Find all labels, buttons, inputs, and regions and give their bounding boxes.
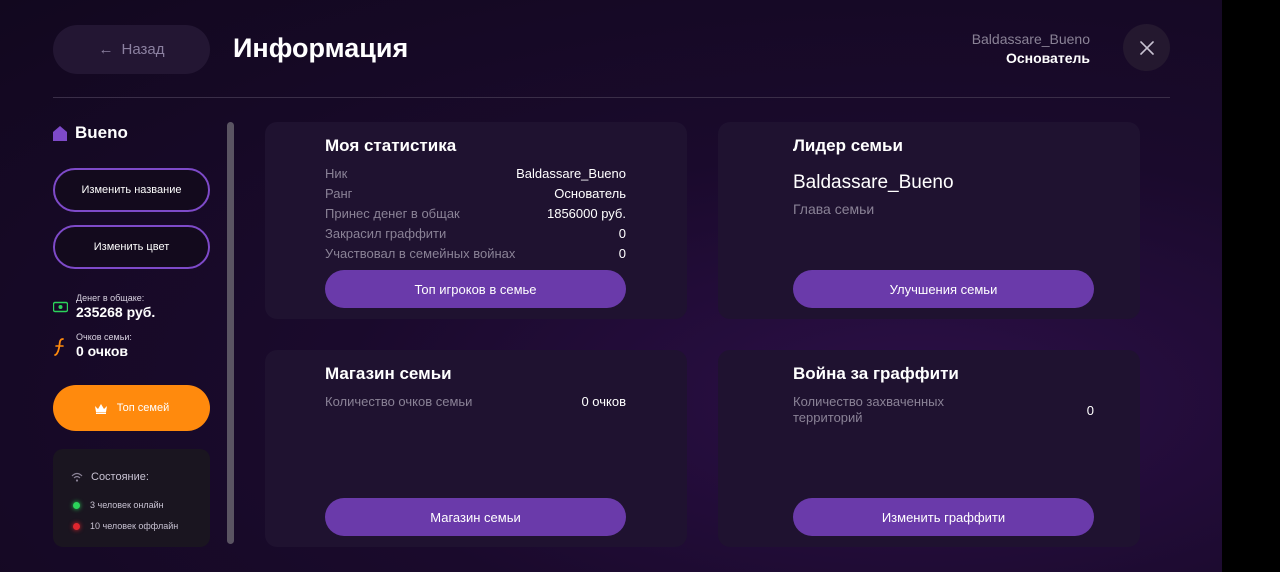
stat-row: Принес денег в общак 1856000 руб.: [325, 206, 626, 221]
top-families-button[interactable]: Топ семей: [53, 385, 210, 431]
family-points: Очков семьи: 0 очков: [53, 332, 132, 359]
sidebar-scrollbar[interactable]: [227, 122, 234, 544]
status-header: Состояние:: [71, 471, 149, 483]
card-title: Война за граффити: [793, 364, 959, 383]
cash-icon: [53, 301, 68, 313]
territories-key: Количество захваченных территорий: [793, 394, 945, 425]
stat-row: Закрасил граффити 0: [325, 226, 626, 241]
my-stats-card: Моя статистика Ник Baldassare_Bueno Ранг…: [265, 122, 687, 319]
user-role: Основатель: [1005, 50, 1090, 66]
stat-key: Ник: [325, 166, 348, 181]
money-value: 235268 руб.: [76, 304, 156, 320]
arrow-left-icon: ←: [98, 41, 114, 58]
offline-dot: [73, 522, 80, 530]
online-status: 3 человек онлайн: [73, 500, 164, 510]
change-color-button[interactable]: Изменить цвет: [53, 225, 210, 269]
graffiti-war-card: Война за граффити Количество захваченных…: [718, 350, 1140, 547]
points-icon: [54, 338, 64, 356]
screen-edge: [1222, 0, 1280, 572]
family-header: Bueno: [53, 123, 128, 143]
back-button[interactable]: ← Назад: [53, 25, 210, 74]
user-name: Baldassare_Bueno: [971, 31, 1090, 47]
leader-role: Глава семьи: [793, 201, 875, 217]
offline-text: 10 человек оффлайн: [90, 521, 179, 531]
family-upgrades-button[interactable]: Улучшения семьи: [793, 270, 1094, 308]
page-title: Информация: [233, 33, 409, 63]
card-title: Лидер семьи: [793, 136, 903, 155]
change-graffiti-button[interactable]: Изменить граффити: [793, 498, 1094, 536]
stat-key: Принес денег в общак: [325, 206, 460, 221]
offline-status: 10 человек оффлайн: [73, 521, 178, 531]
back-label: Назад: [121, 41, 165, 58]
stat-key: Закрасил граффити: [325, 226, 447, 241]
family-shop-card: Магазин семьи Количество очков семьи 0 о…: [265, 350, 687, 547]
top-families-label: Топ семей: [116, 402, 170, 414]
stat-key: Ранг: [325, 186, 353, 201]
stat-value: Основатель: [554, 186, 626, 201]
territories-value: 0: [1086, 402, 1094, 418]
stat-value: 0: [618, 246, 626, 261]
close-icon: [1139, 40, 1154, 55]
family-leader-card: Лидер семьи Baldassare_Bueno Глава семьи…: [718, 122, 1140, 319]
crown-icon: [94, 403, 107, 414]
status-title: Состояние:: [91, 471, 149, 483]
family-info-screen: ← Назад Информация Baldassare_Bueno Осно…: [0, 0, 1222, 572]
points-value: 0 очков: [76, 343, 128, 359]
points-key: Количество очков семьи: [325, 394, 473, 409]
stat-row: Ранг Основатель: [325, 186, 626, 201]
rename-family-button[interactable]: Изменить название: [53, 168, 210, 212]
top-players-button[interactable]: Топ игроков в семье: [325, 270, 626, 308]
close-button[interactable]: [1123, 24, 1170, 71]
card-title: Магазин семьи: [325, 364, 452, 383]
online-dot: [73, 501, 80, 509]
money-label: Денег в общаке:: [76, 293, 145, 303]
home-icon: [53, 125, 67, 141]
stat-value: Baldassare_Bueno: [516, 166, 626, 181]
family-name: Bueno: [75, 123, 128, 142]
status-panel: Состояние: 3 человек онлайн 10 человек о…: [53, 449, 210, 547]
family-money: Денег в общаке: 235268 руб.: [53, 293, 155, 320]
leader-name: Baldassare_Bueno: [793, 172, 954, 193]
user-block: Baldassare_Bueno Основатель: [972, 31, 1090, 66]
header-divider: [53, 97, 1170, 98]
stat-key: Участвовал в семейных войнах: [325, 246, 516, 261]
online-text: 3 человек онлайн: [90, 500, 164, 510]
card-title: Моя статистика: [325, 136, 457, 155]
family-shop-button[interactable]: Магазин семьи: [325, 498, 626, 536]
stat-value: 1856000 руб.: [546, 206, 626, 221]
stat-value: 0: [618, 226, 626, 241]
points-label: Очков семьи:: [76, 332, 132, 342]
points-value: 0 очков: [581, 394, 626, 409]
points-row: Количество очков семьи 0 очков: [325, 394, 626, 409]
territories-row: Количество захваченных территорий 0: [793, 394, 1094, 426]
wifi-icon: [71, 472, 83, 482]
stat-row: Участвовал в семейных войнах 0: [325, 246, 626, 261]
stat-row: Ник Baldassare_Bueno: [325, 166, 626, 181]
